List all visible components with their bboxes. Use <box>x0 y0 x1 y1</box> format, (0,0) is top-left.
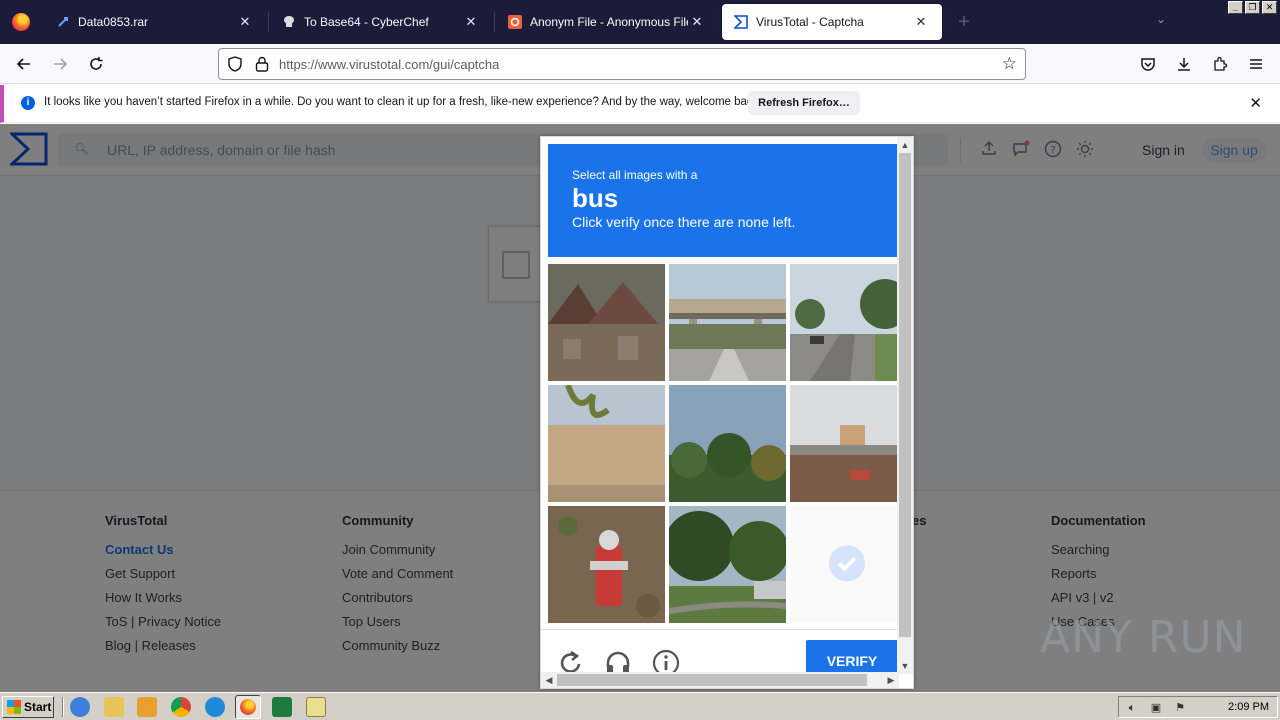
media-player-icon[interactable] <box>137 697 157 717</box>
tab-title: Anonym File - Anonymous File Uplo <box>530 15 688 29</box>
file-explorer-icon[interactable] <box>104 697 124 717</box>
captcha-tile-parking[interactable] <box>790 385 907 502</box>
chef-hat-icon <box>282 15 296 29</box>
network-icon[interactable]: ▣ <box>1149 701 1163 715</box>
checkmark-icon <box>829 545 865 581</box>
info-icon: i <box>21 96 35 110</box>
bookmark-star-icon[interactable]: ☆ <box>1002 54 1017 74</box>
prompt-line-3: Click verify once there are none left. <box>572 214 796 230</box>
horizontal-scrollbar[interactable]: ◀ ▶ <box>541 672 899 688</box>
tracking-shield-icon[interactable] <box>227 56 243 72</box>
start-label: Start <box>24 700 52 714</box>
scroll-left-arrow-icon[interactable]: ◀ <box>541 672 557 688</box>
pocket-icon[interactable] <box>1136 52 1160 76</box>
url-text: https://www.virustotal.com/gui/captcha <box>279 57 500 72</box>
tab-data0853[interactable]: Data0853.rar ✕ <box>44 0 266 44</box>
extensions-icon[interactable] <box>1208 52 1232 76</box>
tab-anonymfile[interactable]: Anonym File - Anonymous File Uplo ✕ <box>496 0 718 44</box>
edge-icon[interactable] <box>205 697 225 717</box>
navigation-toolbar: https://www.virustotal.com/gui/captcha ☆ <box>0 44 1280 84</box>
window-controls: _ ❐ ✕ <box>1228 1 1277 14</box>
notification-message: It looks like you haven’t started Firefo… <box>44 96 762 108</box>
reload-icon[interactable] <box>84 52 108 76</box>
downloads-icon[interactable] <box>1172 52 1196 76</box>
chrome-icon[interactable] <box>171 697 191 717</box>
close-icon[interactable]: ✕ <box>1249 94 1262 112</box>
windows-flag-icon <box>7 700 21 714</box>
tab-cyberchef[interactable]: To Base64 - CyberChef ✕ <box>270 0 492 44</box>
captcha-challenge: Select all images with a bus Click verif… <box>540 136 914 689</box>
virustotal-icon <box>734 15 748 29</box>
captcha-tile-selected[interactable] <box>790 506 907 623</box>
tab-title: To Base64 - CyberChef <box>304 15 429 29</box>
new-tab-button[interactable]: + <box>952 10 976 34</box>
internet-explorer-icon[interactable] <box>70 697 90 717</box>
captcha-tile-street[interactable] <box>790 264 907 381</box>
prompt-target: bus <box>572 183 619 213</box>
scroll-down-arrow-icon[interactable]: ▼ <box>897 658 913 674</box>
captcha-tile-house[interactable] <box>548 264 665 381</box>
excel-icon[interactable] <box>272 697 292 717</box>
back-arrow-icon[interactable] <box>12 52 36 76</box>
list-all-tabs-icon[interactable]: ⌄ <box>1156 12 1166 26</box>
captcha-prompt: Select all images with a bus Click verif… <box>548 144 898 257</box>
windows-taskbar: Start 🔈︎ ▣ ⚑ 2:09 PM <box>0 692 1280 720</box>
scroll-up-arrow-icon[interactable]: ▲ <box>897 137 913 153</box>
tab-title: Data0853.rar <box>78 15 149 29</box>
captcha-tile-trees[interactable] <box>669 385 786 502</box>
action-center-flag-icon[interactable]: ⚑ <box>1173 701 1187 715</box>
scrollbar-thumb[interactable] <box>557 674 867 686</box>
tab-virustotal[interactable]: VirusTotal - Captcha ✕ <box>722 4 942 40</box>
screen: Data0853.rar ✕ To Base64 - CyberChef ✕ A… <box>0 0 1280 720</box>
captcha-tile-overpass[interactable] <box>669 264 786 381</box>
restore-button[interactable]: ❐ <box>1245 1 1260 14</box>
captcha-tile-wall[interactable] <box>548 385 665 502</box>
refresh-firefox-button[interactable]: Refresh Firefox… <box>748 91 860 115</box>
anonymfile-icon <box>508 15 522 29</box>
clock[interactable]: 2:09 PM <box>1228 701 1269 713</box>
lock-icon[interactable] <box>255 56 269 72</box>
firefox-taskbar-icon[interactable] <box>235 695 261 719</box>
notepad-icon[interactable] <box>306 697 326 717</box>
tab-close-icon[interactable]: ✕ <box>236 14 254 30</box>
tab-strip: Data0853.rar ✕ To Base64 - CyberChef ✕ A… <box>0 0 1280 44</box>
minimize-button[interactable]: _ <box>1228 1 1243 14</box>
scroll-right-arrow-icon[interactable]: ▶ <box>883 672 899 688</box>
close-window-button[interactable]: ✕ <box>1262 1 1277 14</box>
anyrun-watermark: ANY RUN <box>1040 602 1260 672</box>
scrollbar-thumb[interactable] <box>899 153 911 637</box>
download-icon <box>56 15 70 29</box>
watermark-text: ANY RUN <box>1040 612 1247 663</box>
tab-close-icon[interactable]: ✕ <box>912 14 930 30</box>
notification-bar: i It looks like you haven’t started Fire… <box>0 85 1280 123</box>
firefox-view-button[interactable] <box>0 0 42 44</box>
tab-close-icon[interactable]: ✕ <box>462 14 480 30</box>
forward-arrow-icon[interactable] <box>48 52 72 76</box>
volume-icon[interactable]: 🔈︎ <box>1125 701 1139 715</box>
captcha-tile-hydrant[interactable] <box>548 506 665 623</box>
tab-title: VirusTotal - Captcha <box>756 15 864 29</box>
start-button[interactable]: Start <box>2 696 54 718</box>
prompt-line-1: Select all images with a <box>572 168 698 182</box>
vertical-scrollbar[interactable]: ▲ ▼ <box>897 137 913 674</box>
firefox-icon <box>12 13 30 31</box>
captcha-tile-trees-road[interactable] <box>669 506 786 623</box>
tab-close-icon[interactable]: ✕ <box>688 14 706 30</box>
menu-hamburger-icon[interactable] <box>1244 52 1268 76</box>
system-tray: 🔈︎ ▣ ⚑ 2:09 PM <box>1118 696 1278 718</box>
url-bar[interactable]: https://www.virustotal.com/gui/captcha ☆ <box>218 48 1026 80</box>
